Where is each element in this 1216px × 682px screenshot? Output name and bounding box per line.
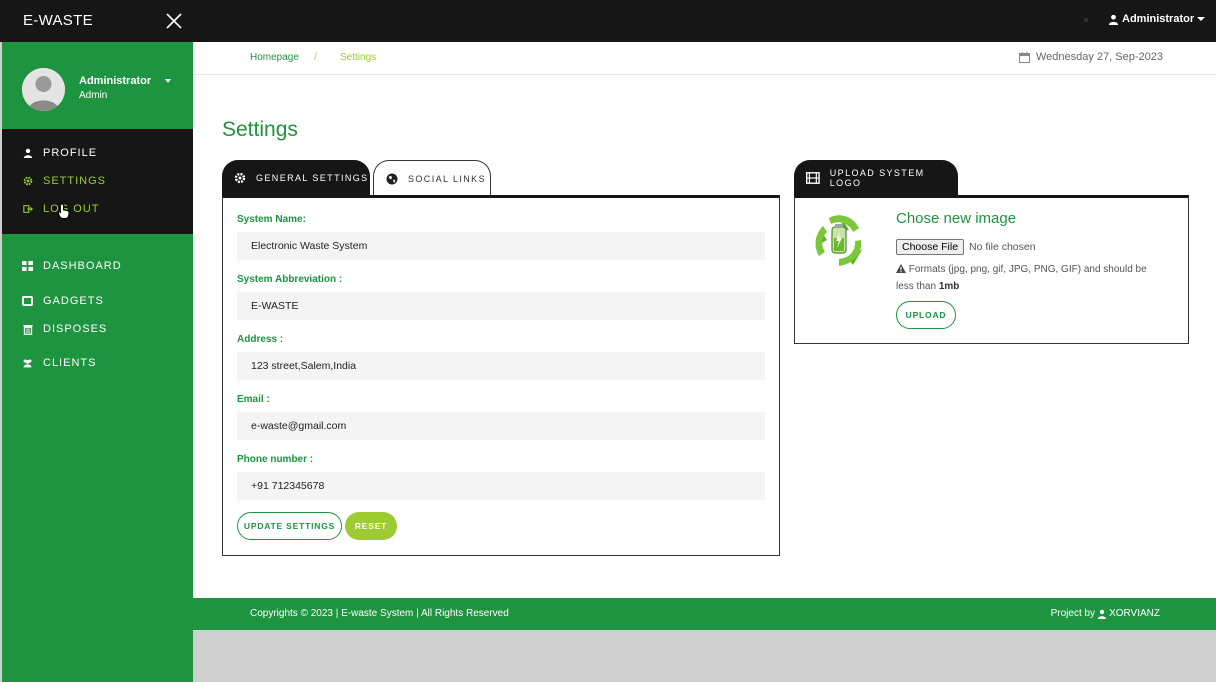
sidebar-user-panel[interactable]: Administrator Admin (2, 42, 193, 129)
film-icon (806, 172, 820, 184)
top-user-label: Administrator (1122, 13, 1195, 25)
email-label: Email : (237, 394, 270, 405)
tablet-icon (22, 296, 33, 307)
project-prefix: Project by (1050, 608, 1096, 619)
globe-icon (386, 173, 398, 184)
user-icon (1097, 609, 1107, 619)
general-settings-form: System Name: System Abbreviation : Addre… (222, 195, 780, 556)
sidebar-item-label: PROFILE (43, 147, 98, 159)
warning-icon (896, 264, 906, 273)
sidebar-item-label: DASHBOARD (43, 260, 122, 272)
separator-dot (1084, 18, 1088, 22)
project-name: XORVIANZ (1109, 608, 1160, 619)
copyright-text: Copyrights © 2023 | E-waste System | All… (250, 608, 509, 619)
system-name-label: System Name: (237, 214, 306, 225)
chevron-down-icon[interactable] (165, 79, 171, 83)
tab-upload-system-logo[interactable]: UPLOAD SYSTEM LOGO (794, 160, 958, 196)
no-file-text: No file chosen (969, 241, 1036, 253)
gear-icon (234, 172, 246, 184)
phone-input[interactable] (237, 472, 765, 500)
user-icon (22, 148, 33, 159)
file-picker: Choose File No file chosen (896, 239, 1036, 255)
sidebar: Administrator Admin PROFILE SETTINGS LOG… (2, 42, 193, 682)
avatar-icon (22, 68, 65, 111)
top-navbar: E-WASTE Administrator (0, 0, 1216, 42)
sidebar-item-label: GADGETS (43, 295, 104, 307)
sidebar-item-gadgets[interactable]: GADGETS (22, 295, 104, 307)
tab-label: UPLOAD SYSTEM LOGO (829, 168, 925, 188)
recycle-logo-image (815, 214, 863, 266)
reset-button[interactable]: RESET (345, 512, 397, 540)
upload-hint-text: Formats (jpg, png, gif, JPG, PNG, GIF) a… (896, 264, 1147, 292)
upload-size-limit: 1mb (938, 281, 960, 292)
sidebar-user-role: Admin (79, 90, 108, 101)
upload-logo-panel: Chose new image Choose File No file chos… (794, 195, 1189, 344)
hand-cursor-icon (58, 203, 70, 219)
main-content: Homepage / Settings Wednesday 27, Sep-20… (193, 42, 1216, 598)
sidebar-item-settings[interactable]: SETTINGS (22, 175, 106, 187)
sidebar-item-profile[interactable]: PROFILE (22, 147, 97, 159)
avatar (22, 68, 65, 111)
upload-hint: Formats (jpg, png, gif, JPG, PNG, GIF) a… (896, 261, 1166, 295)
system-name-input[interactable] (237, 232, 765, 260)
sidebar-item-label: CLIENTS (43, 357, 97, 369)
dashboard-icon (22, 261, 33, 272)
phone-label: Phone number : (237, 454, 314, 465)
sidebar-item-dashboard[interactable]: DASHBOARD (22, 260, 122, 272)
date-text: Wednesday 27, Sep-2023 (1036, 51, 1163, 63)
breadcrumb-separator: / (314, 52, 317, 63)
page-title: Settings (222, 118, 298, 141)
footer: Copyrights © 2023 | E-waste System | All… (193, 598, 1216, 630)
system-abbreviation-input[interactable] (237, 292, 765, 320)
sidebar-user-name: Administrator (79, 75, 152, 87)
page-bottom-area (193, 630, 1216, 682)
sidebar-item-clients[interactable]: CLIENTS (22, 357, 96, 369)
sidebar-item-label: LOG OUT (43, 203, 100, 215)
choose-file-button[interactable]: Choose File (896, 239, 965, 255)
update-settings-button[interactable]: UPDATE SETTINGS (237, 512, 342, 540)
users-icon (22, 358, 33, 369)
brand-title: E-WASTE (23, 12, 93, 29)
upload-button[interactable]: UPLOAD (896, 301, 956, 329)
address-label: Address : (237, 334, 284, 345)
upload-title: Chose new image (896, 210, 1017, 227)
breadcrumb-current: Settings (340, 52, 377, 63)
email-input[interactable] (237, 412, 765, 440)
top-user-menu[interactable]: Administrator (1108, 13, 1206, 25)
gear-icon (22, 176, 33, 187)
sign-out-icon (22, 204, 33, 215)
tab-label: GENERAL SETTINGS (256, 173, 369, 183)
address-input[interactable] (237, 352, 765, 380)
breadcrumb-bar: Homepage / Settings Wednesday 27, Sep-20… (193, 42, 1216, 75)
project-credit: Project by XORVIANZ (1051, 608, 1160, 619)
close-icon[interactable] (165, 12, 183, 30)
tab-social-links[interactable]: SOCIAL LINKS (373, 160, 491, 196)
sidebar-item-label: SETTINGS (43, 175, 107, 187)
brand-area: E-WASTE (2, 0, 193, 42)
sidebar-item-label: DISPOSES (43, 323, 108, 335)
system-abbreviation-label: System Abbreviation : (237, 274, 343, 285)
calendar-icon (1019, 51, 1030, 63)
sidebar-user-menu: PROFILE SETTINGS LOG OUT (2, 129, 193, 234)
sidebar-item-disposes[interactable]: DISPOSES (22, 323, 107, 335)
trash-icon (22, 324, 33, 335)
user-icon (1108, 14, 1119, 25)
tab-general-settings[interactable]: GENERAL SETTINGS (222, 160, 370, 196)
caret-down-icon (1197, 17, 1206, 21)
date-display: Wednesday 27, Sep-2023 (1019, 51, 1163, 63)
breadcrumb-home-link[interactable]: Homepage (250, 52, 299, 63)
tab-label: SOCIAL LINKS (408, 173, 486, 184)
